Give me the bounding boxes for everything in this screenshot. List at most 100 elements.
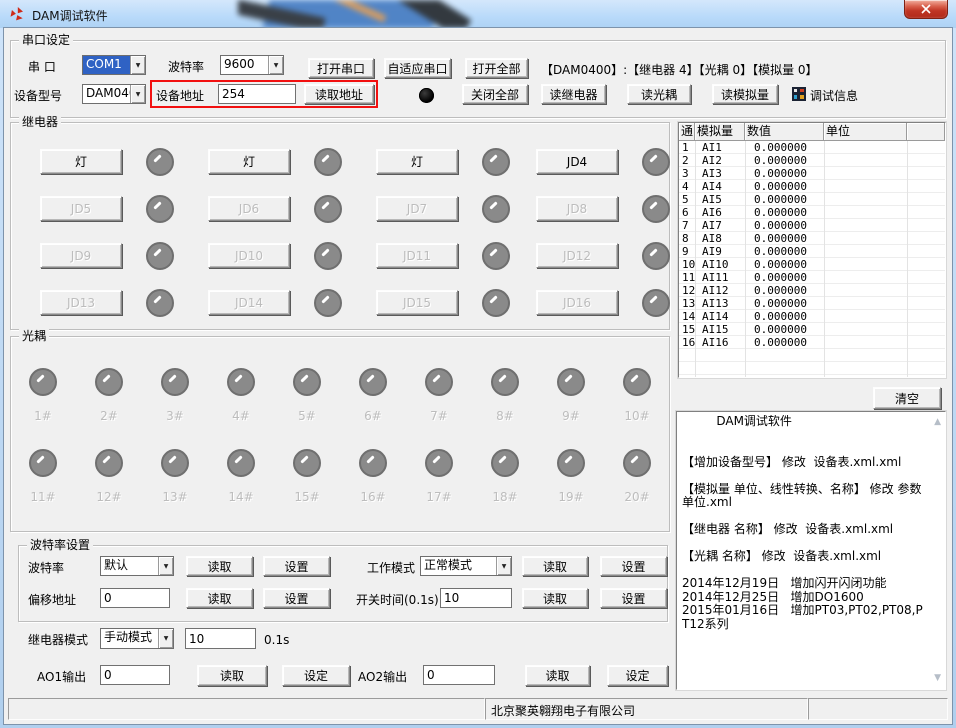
offset-address-input[interactable] [100, 588, 170, 608]
relay-button[interactable]: JD8 [536, 196, 618, 221]
relay-button[interactable]: JD13 [40, 290, 122, 315]
relay-cell: JD5 [30, 185, 198, 232]
work-mode-set-button[interactable]: 设置 [600, 556, 667, 576]
dropdown-arrow-icon[interactable]: ▼ [268, 56, 283, 74]
opto-led-label: 12# [96, 490, 121, 504]
model-combobox[interactable]: DAM0400 ▼ [82, 84, 146, 104]
dropdown-arrow-icon[interactable]: ▼ [158, 557, 173, 575]
log-text: DAM调试软件 【增加设备型号】 修改 设备表.xml.xml 【模拟量 单位、… [682, 415, 929, 686]
read-opto-button[interactable]: 读光耦 [627, 84, 691, 104]
cell-extra [907, 232, 945, 245]
clear-log-button[interactable]: 清空 [873, 387, 941, 409]
baud-setting-combobox[interactable]: 默认 ▼ [100, 556, 174, 576]
cell-value: 0.000000 [745, 219, 824, 232]
dropdown-arrow-icon[interactable]: ▼ [158, 629, 173, 648]
title-bar[interactable]: DAM调试软件 [0, 0, 956, 28]
opto-led-indicator [623, 368, 651, 396]
ao1-input[interactable] [100, 665, 170, 685]
relay-cell: JD4 [526, 138, 670, 185]
relay-button[interactable]: 灯 [376, 149, 458, 174]
table-row: 1 AI1 0.000000 [679, 141, 945, 154]
relay-button[interactable]: JD16 [536, 290, 618, 315]
dropdown-arrow-icon[interactable]: ▼ [130, 56, 145, 74]
table-row: 11 AI11 0.000000 [679, 271, 945, 284]
cell-value: 0.000000 [745, 284, 824, 297]
opto-cell: 6# [340, 368, 406, 449]
ao1-set-button[interactable]: 设定 [282, 665, 350, 686]
table-row: 4 AI4 0.000000 [679, 180, 945, 193]
switch-time-input[interactable] [440, 588, 512, 608]
col-header-extra [907, 123, 945, 141]
scroll-down-icon[interactable]: ▼ [934, 674, 941, 683]
relay-button[interactable]: JD4 [536, 149, 618, 174]
relay-interval-input[interactable] [185, 628, 256, 649]
relay-button[interactable]: JD11 [376, 243, 458, 268]
offset-set-button[interactable]: 设置 [263, 588, 330, 608]
scroll-up-icon[interactable]: ▲ [934, 418, 941, 427]
cell-analog-name: AI4 [695, 180, 745, 193]
address-label: 设备地址 [156, 88, 204, 104]
address-input[interactable] [218, 84, 296, 104]
ao2-read-button[interactable]: 读取 [525, 665, 590, 686]
debug-info-label[interactable]: 调试信息 [810, 88, 858, 104]
adaptive-serial-button[interactable]: 自适应串口 [384, 58, 451, 78]
cell-extra [907, 154, 945, 167]
cell-unit [824, 180, 907, 193]
relay-button[interactable]: 灯 [40, 149, 122, 174]
relay-button[interactable]: JD6 [208, 196, 290, 221]
baud-combobox[interactable]: 9600 ▼ [220, 55, 284, 75]
relay-mode-combobox[interactable]: 手动模式 ▼ [100, 628, 174, 649]
comm-status-indicator [419, 88, 434, 103]
baud-read-button[interactable]: 读取 [186, 556, 253, 576]
switch-time-read-button[interactable]: 读取 [522, 588, 588, 608]
cell-value: 0.000000 [745, 258, 824, 271]
dropdown-arrow-icon[interactable]: ▼ [496, 557, 511, 575]
port-combobox[interactable]: COM1 ▼ [82, 55, 146, 75]
table-row: 15 AI15 0.000000 [679, 323, 945, 336]
relay-button[interactable]: JD10 [208, 243, 290, 268]
opto-led-label: 6# [364, 409, 382, 423]
work-mode-read-button[interactable]: 读取 [522, 556, 588, 576]
log-textarea[interactable]: DAM调试软件 【增加设备型号】 修改 设备表.xml.xml 【模拟量 单位、… [676, 411, 946, 690]
offset-read-button[interactable]: 读取 [186, 588, 253, 608]
relay-button[interactable]: JD5 [40, 196, 122, 221]
ao1-read-button[interactable]: 读取 [197, 665, 267, 686]
relay-led-indicator [482, 148, 510, 176]
relay-cell: 灯 [198, 138, 366, 185]
open-serial-button[interactable]: 打开串口 [308, 58, 374, 78]
opto-cell: 11# [10, 449, 76, 530]
switch-time-set-button[interactable]: 设置 [600, 588, 667, 608]
close-button[interactable] [904, 0, 948, 19]
relay-button[interactable]: 灯 [208, 149, 290, 174]
cell-channel: 12 [679, 284, 695, 297]
cell-value: 0.000000 [745, 141, 824, 154]
opto-led-label: 7# [430, 409, 448, 423]
opto-cell: 4# [208, 368, 274, 449]
debug-info-icon[interactable] [792, 87, 806, 101]
table-row: 9 AI9 0.000000 [679, 245, 945, 258]
opto-led-label: 10# [624, 409, 649, 423]
opto-led-label: 14# [228, 490, 253, 504]
cell-analog-name: AI10 [695, 258, 745, 271]
relay-button[interactable]: JD9 [40, 243, 122, 268]
cell-value: 0.000000 [745, 271, 824, 284]
open-all-button[interactable]: 打开全部 [465, 58, 528, 78]
read-address-button[interactable]: 读取地址 [304, 84, 374, 104]
baud-set-button[interactable]: 设置 [263, 556, 330, 576]
read-analog-button[interactable]: 读模拟量 [712, 84, 778, 104]
close-all-button[interactable]: 关闭全部 [462, 84, 528, 104]
relay-cell: 灯 [30, 138, 198, 185]
opto-cell: 10# [604, 368, 670, 449]
relay-button[interactable]: JD12 [536, 243, 618, 268]
relay-led-indicator [146, 289, 174, 317]
read-relay-button[interactable]: 读继电器 [541, 84, 606, 104]
ao2-set-button[interactable]: 设定 [607, 665, 668, 686]
cell-extra [907, 206, 945, 219]
dropdown-arrow-icon[interactable]: ▼ [130, 85, 145, 103]
opto-led-indicator [29, 368, 57, 396]
ao2-input[interactable] [423, 665, 495, 685]
relay-button[interactable]: JD14 [208, 290, 290, 315]
relay-button[interactable]: JD15 [376, 290, 458, 315]
work-mode-combobox[interactable]: 正常模式 ▼ [420, 556, 512, 576]
relay-button[interactable]: JD7 [376, 196, 458, 221]
